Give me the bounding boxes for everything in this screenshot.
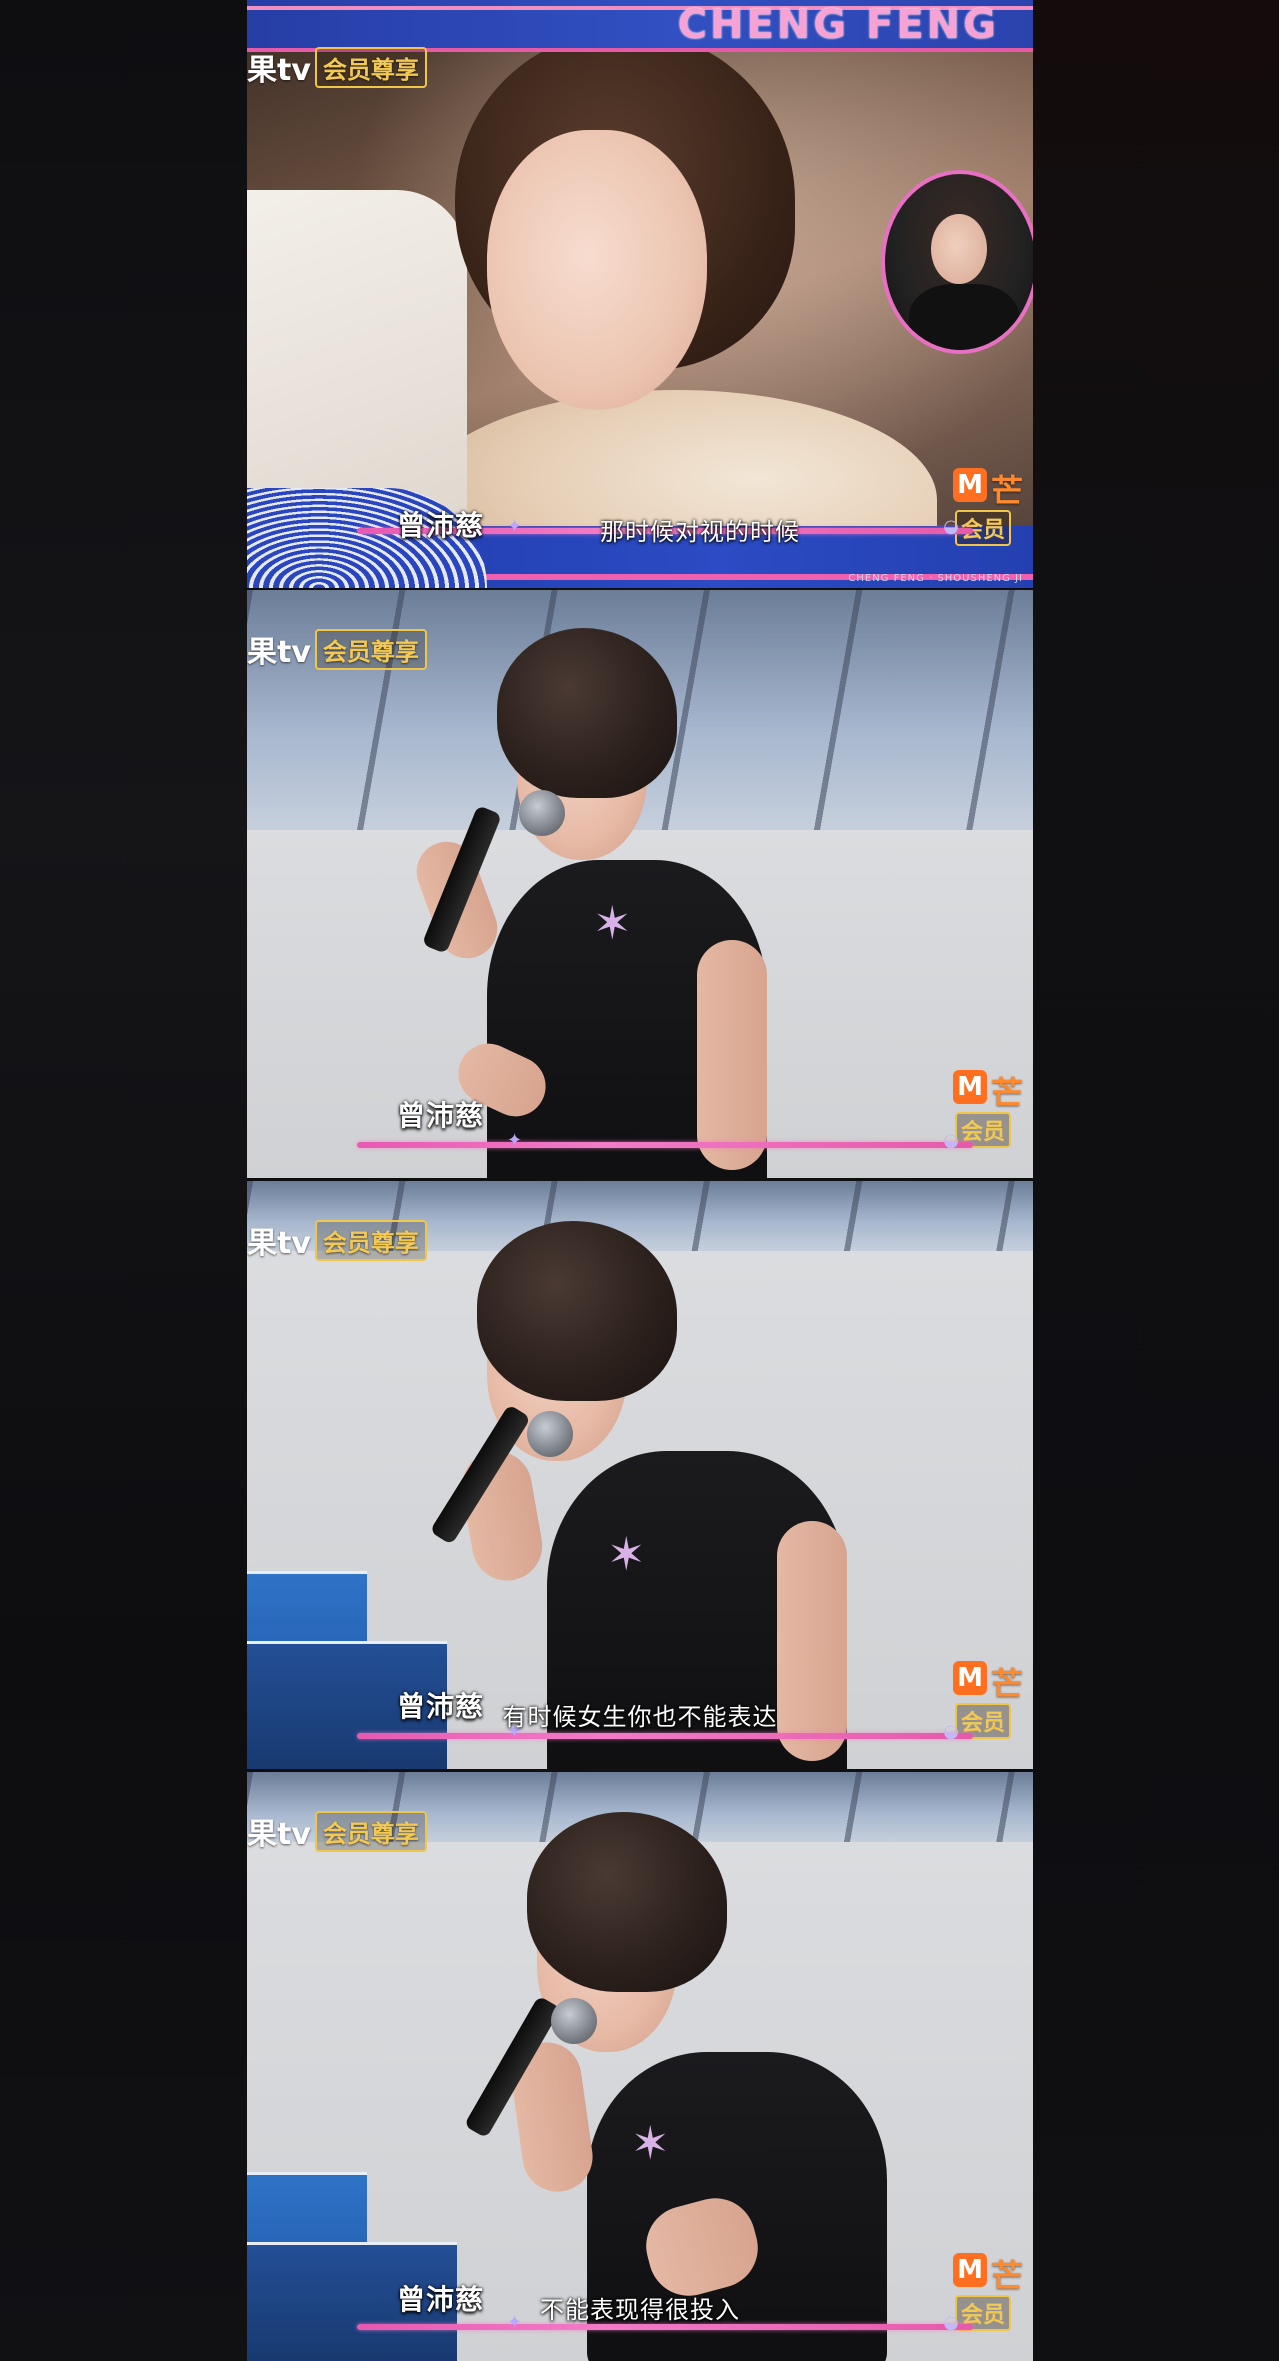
- speaker-person: ✶: [397, 610, 797, 1178]
- short-hair: [497, 628, 677, 798]
- mgtv-logo-text: 果tv: [247, 635, 311, 670]
- actress-face: [487, 130, 707, 410]
- mgtv-logo-text: 果tv: [247, 1226, 311, 1261]
- video-frame-1: CHENG FENG 果tv 会员尊享 M 芒 会员 ✦ ◒ 曾沛慈 那时候对视…: [247, 0, 1033, 588]
- speaker-person: ✶: [463, 1802, 907, 2361]
- vip-badge: 会员尊享: [314, 46, 427, 88]
- subtitle-bar-line: [357, 1142, 973, 1148]
- white-costume: [247, 190, 467, 520]
- microphone-head: [519, 790, 565, 836]
- mgtv-vip-watermark: 果tv 会员尊享: [247, 628, 427, 670]
- microphone-head: [527, 1411, 573, 1457]
- mgtv-logo-text: 果tv: [247, 1817, 311, 1852]
- mgtv-logo-text: 果tv: [247, 53, 311, 88]
- vip-badge: 会员尊享: [314, 628, 427, 670]
- mango-m-icon: M: [953, 468, 987, 502]
- subtitle-bar-line: [357, 1733, 973, 1739]
- mango-m-icon: M: [953, 1661, 987, 1695]
- speaker-person: ✶: [429, 1201, 887, 1769]
- starfish-brooch-icon: ✶: [631, 2116, 670, 2170]
- mango-m-icon: M: [953, 2253, 987, 2287]
- subtitle-text: 有时候女生你也不能表达: [502, 1703, 778, 1731]
- video-frame-2: ✶ 果tv 会员尊享 M 芒 会员 ✦ ◒ 曾沛慈: [247, 590, 1033, 1178]
- vip-badge: 会员尊享: [314, 1219, 427, 1261]
- credits-text: CHENG FENG · SHOUSHENG JI: [848, 573, 1023, 584]
- ufo-icon: ◒: [943, 1130, 959, 1151]
- starfish-brooch-icon: ✶: [607, 1527, 646, 1581]
- subtitle-text: 不能表现得很投入: [540, 2296, 740, 2324]
- mango-m-icon: M: [953, 1070, 987, 1104]
- video-frame-3: ✶ 果tv 会员尊享 M 芒 会员 ✦ ◒ 曾沛慈 有时候女生你也不能表达: [247, 1181, 1033, 1769]
- vip-badge: 会员尊享: [314, 1810, 427, 1852]
- starfish-brooch-icon: ✶: [593, 896, 632, 950]
- blurred-backdrop-right: [1033, 0, 1279, 2361]
- short-hair: [477, 1221, 677, 1401]
- mgtv-vip-watermark: 果tv 会员尊享: [247, 1810, 427, 1852]
- top-banner: CHENG FENG: [247, 0, 1033, 52]
- subtitle-text: 那时候对视的时候: [600, 518, 800, 546]
- blurred-backdrop-left: [0, 0, 247, 2361]
- mgtv-vip-watermark: 果tv 会员尊享: [247, 46, 427, 88]
- mango-brand-text: 芒: [991, 1074, 1024, 1112]
- speaker-name: 曾沛慈: [397, 1099, 485, 1132]
- mango-brand-text: 芒: [991, 472, 1024, 510]
- collage-page: CHENG FENG 果tv 会员尊享 M 芒 会员 ✦ ◒ 曾沛慈 那时候对视…: [0, 0, 1279, 2361]
- mgtv-vip-watermark: 果tv 会员尊享: [247, 1219, 427, 1261]
- video-frame-4: ✶ 果tv 会员尊享 M 芒 会员 ✦ ◒ 曾沛慈 不能表现得很投入: [247, 1772, 1033, 2361]
- banner-title: CHENG FENG: [677, 2, 999, 48]
- sparkle-icon: ✦: [507, 1130, 523, 1151]
- inset-face: [931, 214, 987, 284]
- microphone-head: [551, 1998, 597, 2044]
- inset-body: [909, 284, 1019, 350]
- short-hair: [527, 1812, 727, 1992]
- picture-in-picture-inset: [881, 170, 1033, 354]
